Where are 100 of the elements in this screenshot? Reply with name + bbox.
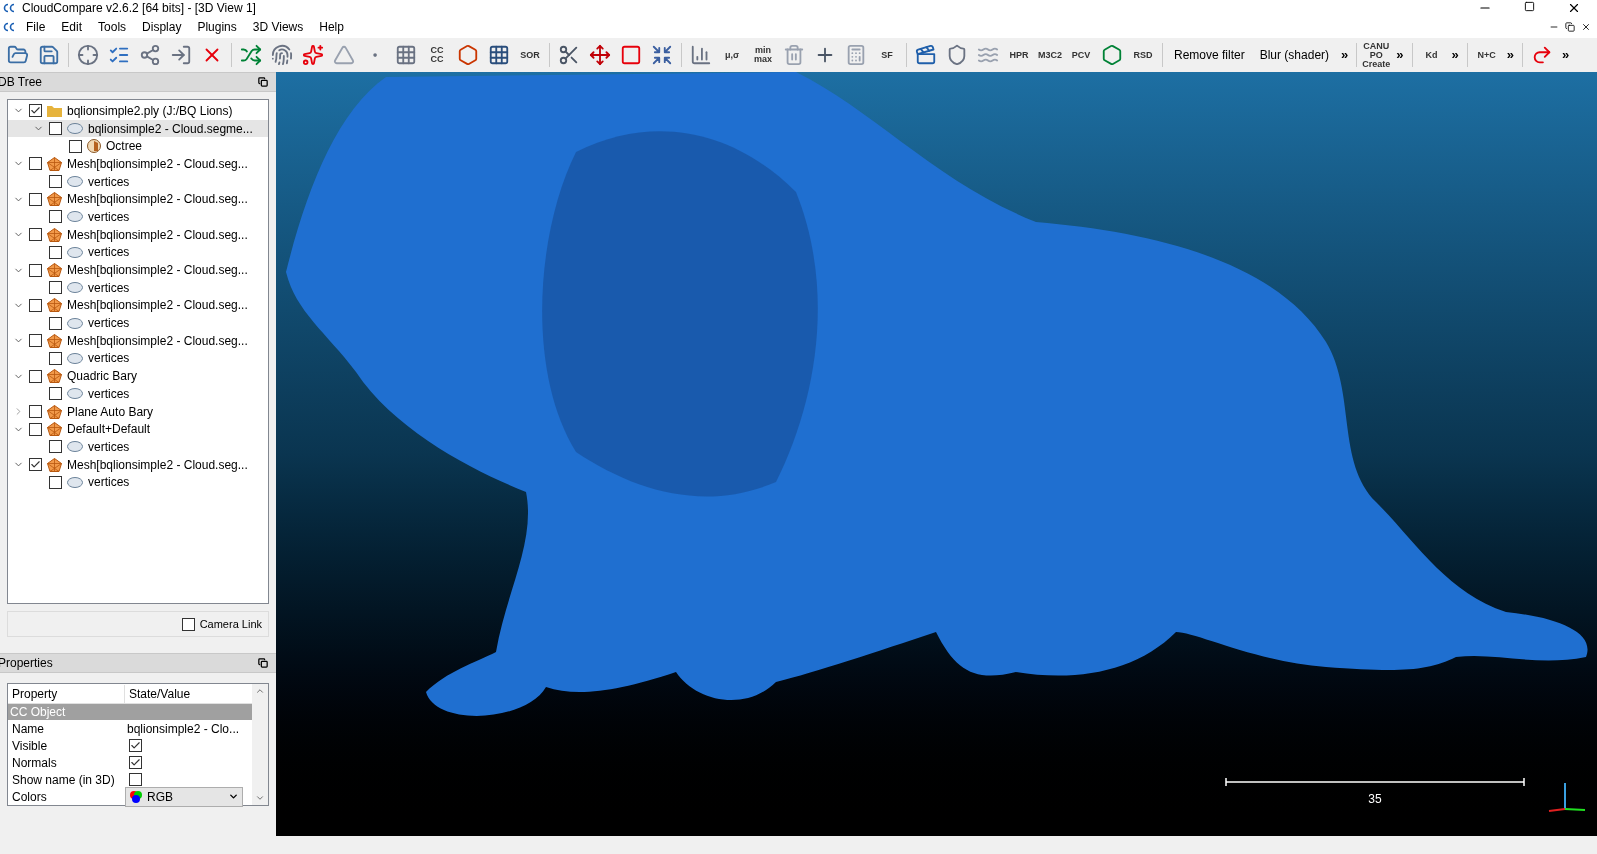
checkbox[interactable] bbox=[29, 263, 42, 277]
tool-button[interactable]: μ,σ bbox=[718, 50, 746, 60]
crosshair-icon[interactable] bbox=[77, 44, 99, 66]
checkbox[interactable] bbox=[49, 281, 62, 295]
overflow-button[interactable]: » bbox=[1338, 45, 1352, 65]
overflow-button[interactable]: » bbox=[1503, 45, 1517, 65]
checkbox[interactable] bbox=[69, 139, 82, 153]
tree-item[interactable]: bqlionsimple2.ply (J:/BQ Lions) bbox=[8, 102, 268, 120]
tool-button[interactable]: RSD bbox=[1129, 50, 1157, 60]
move-icon[interactable] bbox=[589, 44, 611, 66]
tree-item[interactable]: Quadric Bary bbox=[8, 367, 268, 385]
checkbox[interactable] bbox=[129, 756, 142, 769]
tree-item[interactable]: Octree bbox=[8, 137, 268, 156]
scissors-icon[interactable] bbox=[558, 44, 580, 66]
nodes-icon[interactable] bbox=[139, 44, 161, 66]
scroll-up-icon[interactable] bbox=[255, 686, 265, 696]
column-header[interactable]: Property bbox=[8, 684, 125, 703]
tool-button[interactable]: CC CC bbox=[423, 46, 451, 64]
close-icon[interactable] bbox=[1581, 22, 1591, 32]
save-icon[interactable] bbox=[38, 44, 60, 66]
checkbox[interactable] bbox=[49, 210, 62, 224]
toolbar-button[interactable]: Blur (shader) bbox=[1253, 46, 1336, 64]
checkbox[interactable] bbox=[29, 458, 42, 472]
scroll-down-icon[interactable] bbox=[255, 793, 265, 803]
checkbox[interactable] bbox=[49, 351, 62, 365]
tree-item[interactable]: vertices bbox=[8, 314, 268, 332]
checkbox[interactable] bbox=[49, 475, 62, 489]
tree-item[interactable]: vertices bbox=[8, 473, 268, 492]
toolbar-button[interactable]: Remove filter bbox=[1168, 46, 1251, 64]
histogram-icon[interactable] bbox=[690, 44, 712, 66]
tree-item[interactable]: vertices bbox=[8, 243, 268, 262]
menu-item[interactable]: Edit bbox=[53, 18, 91, 36]
tree-item[interactable]: Default+Default bbox=[8, 420, 268, 439]
tool-button[interactable]: M3C2 bbox=[1036, 50, 1064, 60]
tree-item[interactable]: Mesh[bqlionsimple2 - Cloud.seg... bbox=[8, 261, 268, 279]
tool-button[interactable]: SF bbox=[873, 50, 901, 60]
checkbox[interactable] bbox=[29, 369, 42, 383]
tree-item[interactable]: Mesh[bqlionsimple2 - Cloud.seg... bbox=[8, 455, 268, 474]
tree-item[interactable]: vertices bbox=[8, 349, 268, 368]
tool-button[interactable]: N+C bbox=[1472, 50, 1501, 60]
checkbox[interactable] bbox=[129, 739, 142, 752]
colors-dropdown[interactable]: RGB bbox=[125, 786, 243, 807]
arrow-into-icon[interactable] bbox=[170, 44, 192, 66]
menu-item[interactable]: Tools bbox=[90, 18, 135, 36]
checkbox[interactable] bbox=[49, 122, 62, 136]
tree-item[interactable]: Mesh[bqlionsimple2 - Cloud.seg... bbox=[8, 190, 268, 209]
tool-button[interactable]: PCV bbox=[1067, 50, 1095, 60]
checkbox[interactable] bbox=[29, 298, 42, 312]
column-header[interactable]: State/Value bbox=[125, 684, 195, 703]
swap-arrows-icon[interactable] bbox=[240, 44, 262, 66]
menu-item[interactable]: File bbox=[18, 18, 54, 36]
close-icon[interactable] bbox=[1567, 1, 1581, 15]
menu-item[interactable]: Help bbox=[311, 18, 352, 36]
tree-item[interactable]: vertices bbox=[8, 278, 268, 297]
float-icon[interactable] bbox=[258, 77, 268, 87]
tree-item[interactable]: Mesh[bqlionsimple2 - Cloud.seg... bbox=[8, 331, 268, 350]
tool-button[interactable]: SOR bbox=[516, 50, 544, 60]
checkbox[interactable] bbox=[129, 773, 142, 786]
overflow-button[interactable]: » bbox=[1559, 45, 1573, 65]
tree-item[interactable]: vertices bbox=[8, 385, 268, 403]
checkbox[interactable] bbox=[29, 228, 42, 242]
checkbox[interactable] bbox=[49, 175, 62, 189]
checkbox[interactable] bbox=[29, 192, 42, 206]
tool-button[interactable]: Kd bbox=[1417, 50, 1446, 60]
grid-icon[interactable] bbox=[395, 44, 417, 66]
folder-icon[interactable] bbox=[7, 44, 29, 66]
cloud-icon bbox=[67, 123, 83, 135]
checkbox[interactable] bbox=[49, 245, 62, 259]
checkbox[interactable] bbox=[181, 617, 195, 631]
tree-item[interactable]: Mesh[bqlionsimple2 - Cloud.seg... bbox=[8, 225, 268, 244]
checkbox[interactable] bbox=[29, 422, 42, 436]
restore-icon[interactable] bbox=[1524, 1, 1535, 12]
overflow-button[interactable]: » bbox=[1393, 45, 1407, 65]
clapperboard-icon[interactable] bbox=[915, 44, 937, 66]
shield-icon[interactable] bbox=[946, 44, 968, 66]
checkbox[interactable] bbox=[29, 334, 42, 348]
tree-item[interactable]: Plane Auto Bary bbox=[8, 402, 268, 421]
checkbox[interactable] bbox=[49, 316, 62, 330]
tool-button[interactable]: CANUPO Create bbox=[1362, 41, 1391, 69]
tree-item[interactable]: Mesh[bqlionsimple2 - Cloud.seg... bbox=[8, 296, 268, 315]
checkbox[interactable] bbox=[29, 157, 42, 171]
tool-button[interactable]: HPR bbox=[1005, 50, 1033, 60]
tree-item[interactable]: bqlionsimple2 - Cloud.segme... bbox=[8, 119, 268, 138]
checkbox[interactable] bbox=[49, 440, 62, 454]
overflow-button[interactable]: » bbox=[1448, 45, 1462, 65]
menu-item[interactable]: 3D Views bbox=[244, 18, 312, 36]
menu-item[interactable]: Display bbox=[134, 18, 190, 36]
checkbox[interactable] bbox=[29, 104, 42, 118]
tool-button[interactable]: min max bbox=[749, 46, 777, 64]
tree-item[interactable]: Mesh[bqlionsimple2 - Cloud.seg... bbox=[8, 155, 268, 173]
scroll-bar[interactable] bbox=[252, 684, 268, 805]
tree-item[interactable]: vertices bbox=[8, 208, 268, 226]
restore-icon[interactable] bbox=[1565, 22, 1575, 32]
tree-item[interactable]: vertices bbox=[8, 438, 268, 456]
3d-viewport[interactable]: 35 bbox=[276, 72, 1597, 836]
checkbox[interactable] bbox=[49, 387, 62, 401]
tree-item[interactable]: vertices bbox=[8, 172, 268, 191]
menu-item[interactable]: Plugins bbox=[189, 18, 245, 36]
checkbox[interactable] bbox=[29, 405, 42, 419]
float-icon[interactable] bbox=[258, 658, 268, 668]
